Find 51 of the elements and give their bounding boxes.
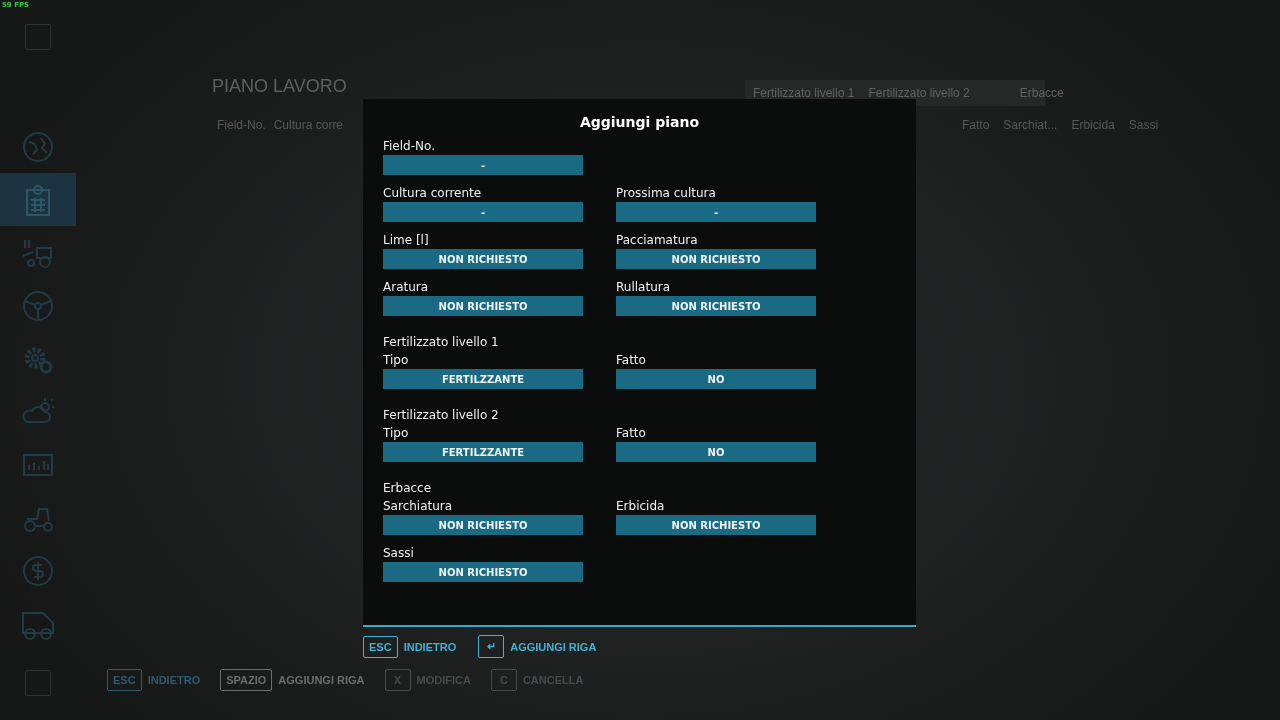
option-selector[interactable]: NON RICHIESTO: [383, 562, 583, 582]
field-label: Field-No.: [383, 138, 436, 155]
column-group-label: Fertilizzato livello 1: [753, 86, 855, 100]
page-title: PIANO LAVORO: [212, 76, 347, 97]
field-label: Fatto: [616, 352, 647, 369]
section-heading: Fertilizzato livello 1: [383, 334, 500, 351]
column-header: Cultura corre: [273, 118, 344, 132]
field-label: Sarchiatura: [383, 498, 454, 515]
field-label: Fatto: [616, 425, 647, 442]
sidebar-tab[interactable]: [0, 173, 76, 226]
field-label: Cultura corrente: [383, 185, 483, 202]
column-header: Fatto: [962, 118, 990, 132]
section-heading: Fertilizzato livello 2: [383, 407, 500, 424]
column-header: Sassi: [1128, 118, 1159, 132]
field-label: Rullatura: [616, 279, 672, 296]
option-selector[interactable]: -: [383, 155, 583, 175]
option-selector[interactable]: NON RICHIESTO: [616, 249, 816, 269]
option-selector[interactable]: NON RICHIESTO: [616, 296, 816, 316]
steering-wheel-icon: [21, 288, 55, 323]
option-selector[interactable]: NO: [616, 442, 816, 462]
option-selector[interactable]: NON RICHIESTO: [383, 515, 583, 535]
option-selector[interactable]: NON RICHIESTO: [616, 515, 816, 535]
column-header: Sarchiat...: [1003, 118, 1058, 132]
column-header: Field-No.: [217, 118, 266, 132]
option-selector[interactable]: NON RICHIESTO: [383, 296, 583, 316]
option-selector[interactable]: NON RICHIESTO: [383, 249, 583, 269]
field-label: Sassi: [383, 545, 415, 562]
column-group-label: Erbacce: [1019, 86, 1064, 100]
option-selector[interactable]: -: [616, 202, 816, 222]
dialog-title: Aggiungi piano: [578, 114, 701, 130]
action-button[interactable]: ESC INDIETRO: [363, 635, 457, 658]
field-label: Prossima cultura: [616, 185, 717, 202]
dollar-icon: [21, 553, 55, 588]
field-label: Tipo: [383, 352, 410, 369]
action-button[interactable]: SPAZIO AGGIUNGI RIGA: [220, 669, 365, 691]
option-selector[interactable]: NO: [616, 369, 816, 389]
field-label: Tipo: [383, 425, 410, 442]
field-label: Aratura: [383, 279, 430, 296]
field-label: Pacciamatura: [616, 232, 699, 249]
section-heading: Erbacce: [383, 480, 433, 497]
column-header: Erbicida: [1071, 118, 1115, 132]
globe-icon: [21, 129, 55, 164]
field-label: Lime [l]: [383, 232, 430, 249]
option-selector[interactable]: FERTILZZANTE: [383, 369, 583, 389]
option-selector[interactable]: -: [383, 202, 583, 222]
action-button[interactable]: ↵ AGGIUNGI RIGA: [478, 635, 597, 658]
key-hint-icon: [25, 670, 51, 696]
option-selector[interactable]: FERTILZZANTE: [383, 442, 583, 462]
key-hint-icon: [25, 24, 51, 50]
field-label: Erbicida: [616, 498, 666, 515]
column-group-label: Fertilizzato livello 2: [868, 86, 970, 100]
